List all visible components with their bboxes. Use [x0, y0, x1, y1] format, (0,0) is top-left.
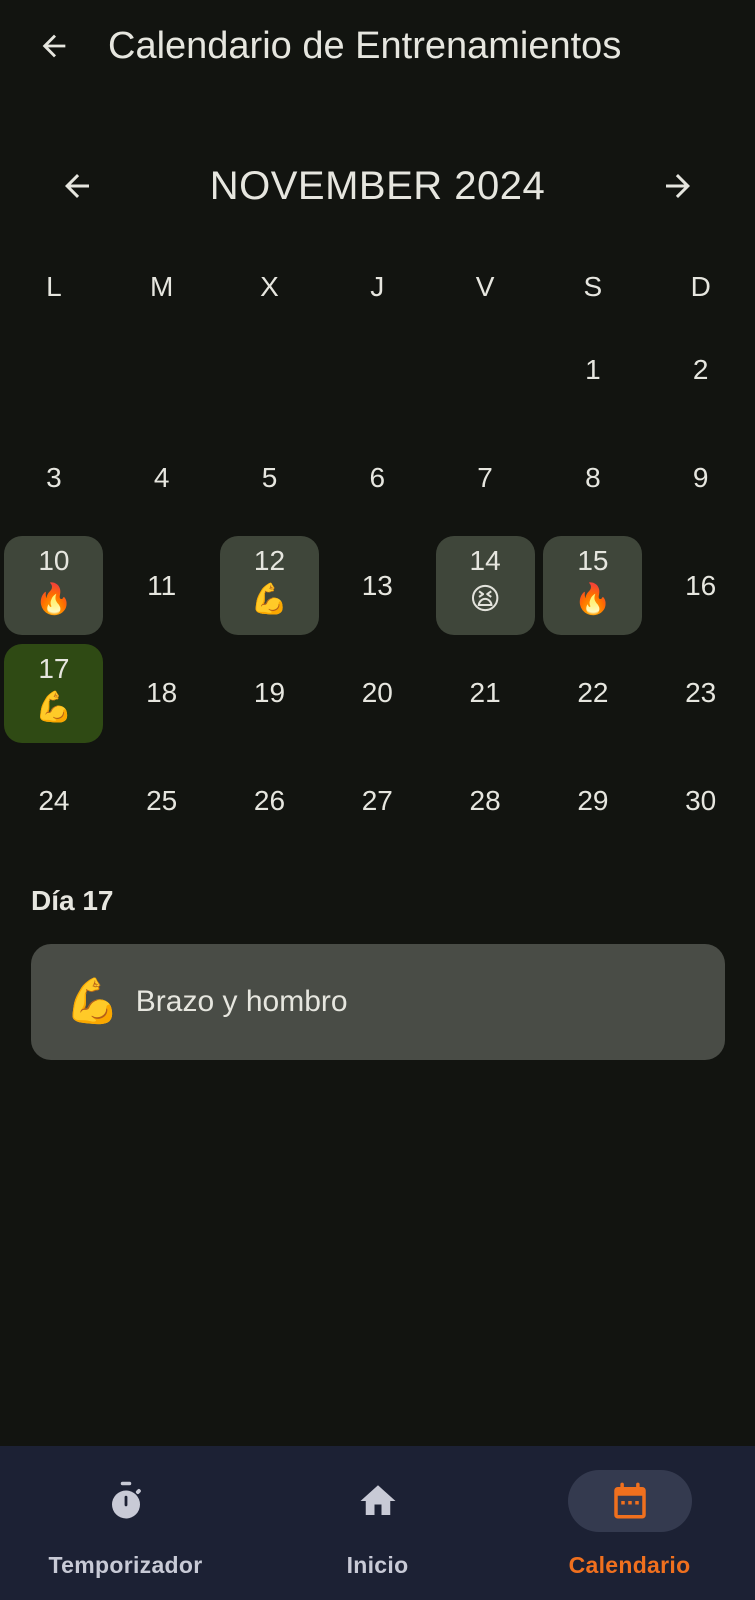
calendar-day-12[interactable]: 12 💪 — [220, 536, 319, 635]
calendar-day-3[interactable]: 3 — [4, 428, 103, 527]
day-number: 14 — [469, 545, 501, 576]
workout-emoji-icon: 💪 — [35, 690, 73, 724]
day-number: 16 — [685, 569, 717, 601]
nav-item-calendario[interactable]: Calendario — [504, 1446, 755, 1600]
nav-icon-container — [64, 1470, 188, 1532]
calendar-day-19[interactable]: 19 — [220, 644, 319, 743]
calendar-day-30[interactable]: 30 — [651, 752, 750, 851]
day-number: 13 — [361, 569, 393, 601]
bottom-navigation: Temporizador Inicio Calendario — [0, 1446, 755, 1600]
app-root: Calendario de Entrenamientos NOVEMBER 20… — [0, 0, 755, 1600]
day-number: 7 — [477, 461, 493, 493]
stopwatch-icon — [111, 1481, 141, 1519]
calendar-day-15[interactable]: 15 🔥 — [543, 536, 643, 635]
calendar-day-24[interactable]: 24 — [4, 752, 103, 851]
calendar-day-18[interactable]: 18 — [112, 644, 211, 743]
calendar-day-25[interactable]: 25 — [112, 752, 211, 851]
day-number: 28 — [469, 785, 501, 817]
selected-day-title: Día 17 — [31, 885, 114, 916]
day-number: 29 — [577, 785, 609, 817]
day-number: 21 — [469, 677, 501, 709]
calendar-day-17[interactable]: 17 💪 — [4, 643, 104, 743]
calendar-day-5[interactable]: 5 — [220, 428, 319, 527]
day-number: 12 — [253, 545, 286, 576]
day-number: 22 — [577, 677, 609, 709]
day-number: 4 — [153, 461, 170, 493]
calendar-day-22[interactable]: 22 — [543, 644, 642, 743]
day-number: 17 — [38, 652, 70, 684]
nav-icon-container — [316, 1470, 440, 1532]
day-number: 27 — [361, 785, 393, 817]
day-number: 5 — [261, 461, 278, 493]
calendar-day-9[interactable]: 9 — [651, 428, 750, 527]
day-number: 18 — [146, 677, 178, 709]
day-number: 3 — [46, 461, 62, 493]
home-icon — [360, 1485, 395, 1515]
day-number: 23 — [685, 677, 717, 709]
workout-emoji-icon: 💪 — [250, 583, 289, 616]
day-number: 30 — [685, 785, 717, 817]
workout-card[interactable]: 💪 Brazo y hombro — [31, 944, 725, 1060]
calendar-day-7[interactable]: 7 — [436, 428, 535, 527]
day-number: 2 — [692, 353, 709, 385]
flexed-biceps-icon: 💪 — [65, 977, 120, 1026]
day-number: 25 — [146, 785, 178, 817]
calendar-day-28[interactable]: 28 — [436, 752, 535, 851]
day-number: 1 — [585, 353, 601, 385]
calendar-day-13[interactable]: 13 — [328, 536, 427, 635]
day-number: 24 — [38, 785, 70, 817]
calendar-day-8[interactable]: 8 — [543, 428, 642, 527]
calendar-day-4[interactable]: 4 — [112, 428, 211, 527]
day-number: 11 — [147, 569, 177, 601]
nav-item-temporizador[interactable]: Temporizador — [0, 1446, 251, 1600]
day-number: 8 — [585, 461, 601, 493]
calendar-day-27[interactable]: 27 — [328, 752, 427, 851]
calendar-grid: 1 2 3 4 5 6 7 8 9 10 🔥 11 12 💪 13 14 😫 15 🔥 16 17 💪 18 19 20 21 22… — [0, 0, 755, 830]
calendar-day-16[interactable]: 16 — [651, 536, 750, 635]
calendar-day-6[interactable]: 6 — [328, 428, 427, 527]
calendar-icon — [613, 1482, 646, 1519]
nav-icon-container — [567, 1470, 692, 1532]
workout-label: Brazo y hombro — [135, 985, 348, 1018]
calendar-day-11[interactable]: 11 — [112, 536, 211, 635]
workout-emoji-icon: 🔥 — [574, 583, 612, 616]
day-number: 10 — [38, 545, 70, 576]
nav-label: Temporizador — [48, 1552, 203, 1578]
calendar-day-10[interactable]: 10 🔥 — [4, 536, 104, 635]
nav-label: Inicio — [346, 1552, 409, 1578]
workout-emoji-icon: 😫 — [469, 583, 501, 616]
calendar-day-20[interactable]: 20 — [328, 644, 427, 743]
calendar-day-14[interactable]: 14 😫 — [435, 536, 535, 635]
day-number: 9 — [692, 461, 709, 493]
day-number: 20 — [361, 677, 393, 709]
nav-item-inicio[interactable]: Inicio — [252, 1446, 503, 1600]
calendar-day-29[interactable]: 29 — [543, 752, 642, 851]
calendar-day-2[interactable]: 2 — [651, 320, 750, 419]
day-number: 19 — [253, 677, 286, 709]
calendar-day-21[interactable]: 21 — [436, 644, 535, 743]
day-number: 26 — [253, 785, 286, 817]
nav-label: Calendario — [568, 1552, 691, 1578]
workout-emoji-icon: 🔥 — [35, 583, 73, 616]
day-number: 6 — [369, 461, 386, 493]
calendar-day-23[interactable]: 23 — [651, 644, 750, 743]
calendar-day-1[interactable]: 1 — [543, 320, 642, 419]
day-number: 15 — [577, 545, 609, 576]
calendar-day-26[interactable]: 26 — [220, 752, 319, 851]
